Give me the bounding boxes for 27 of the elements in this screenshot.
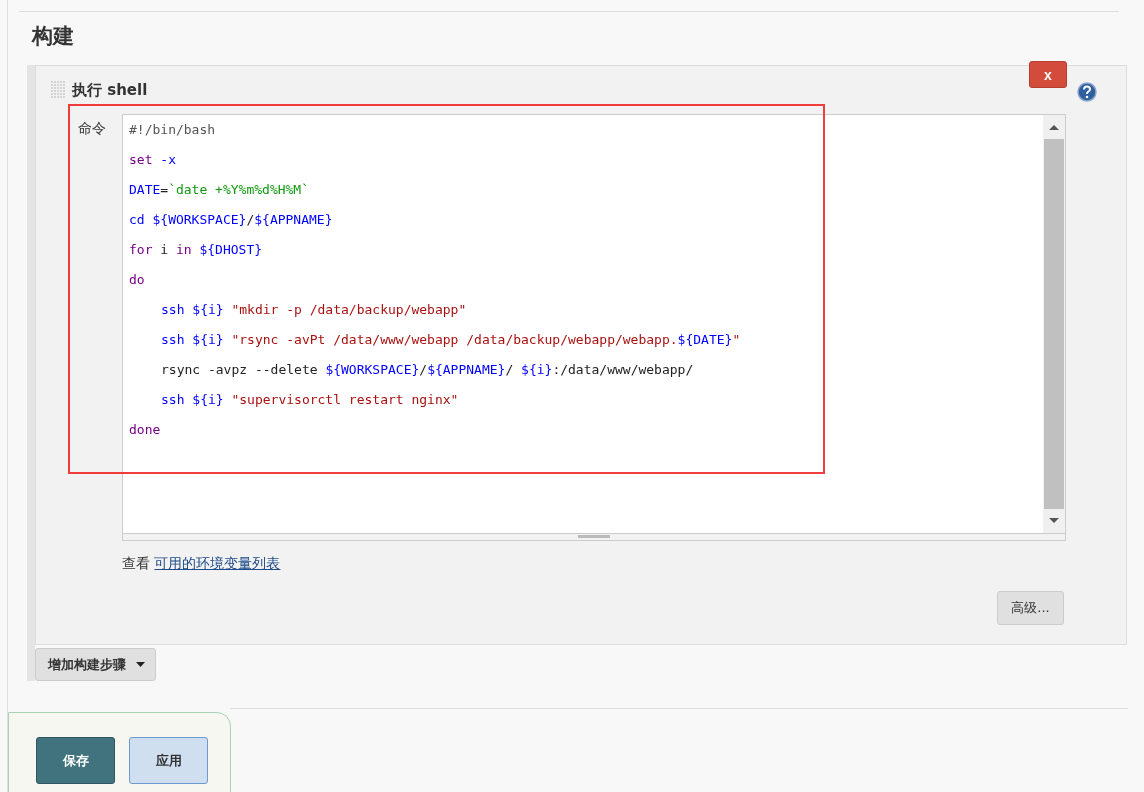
drag-handle-icon[interactable] xyxy=(50,80,66,100)
code-line: ssh ${i} "mkdir -p /data/backup/webapp" xyxy=(160,301,468,319)
code-line: DATE=`date +%Y%m%d%H%M` xyxy=(128,181,311,199)
code-line: do xyxy=(128,271,146,289)
scrollbar[interactable] xyxy=(1043,115,1065,533)
code-line: rsync -avpz --delete ${WORKSPACE}/${APPNAME}/ ${i}:/data/www/webapp/ xyxy=(160,361,695,379)
advanced-button[interactable]: 高级... xyxy=(997,591,1064,625)
field-label: 命令 xyxy=(77,119,107,138)
apply-button[interactable]: 应用 xyxy=(129,737,208,784)
scroll-up-icon[interactable] xyxy=(1048,123,1060,131)
help-icon[interactable] xyxy=(1077,82,1097,102)
code-line: done xyxy=(128,421,162,439)
code-line: ssh ${i} "rsync -avPt /data/www/webapp /data/backup/webapp/webapp.${DATE}" xyxy=(160,331,742,349)
code-line: ssh ${i} "supervisorctl restart nginx" xyxy=(160,391,460,409)
hint-text: 查看 xyxy=(122,555,150,571)
caret-icon xyxy=(136,662,145,667)
step-title: 执行 shell xyxy=(72,80,148,100)
save-button[interactable]: 保存 xyxy=(36,737,115,784)
env-vars-link[interactable]: 可用的环境变量列表 xyxy=(154,555,281,571)
code-line: cd ${WORKSPACE}/${APPNAME} xyxy=(128,211,334,229)
code-line: for i in ${DHOST} xyxy=(128,241,264,259)
scroll-down-icon[interactable] xyxy=(1048,517,1060,525)
delete-button[interactable]: x xyxy=(1029,61,1067,88)
add-step-button[interactable]: 增加构建步骤 xyxy=(35,648,156,681)
code-line: #!/bin/bash xyxy=(128,121,217,139)
section-title: 构建 xyxy=(32,23,75,50)
code-line: set -x xyxy=(128,151,177,169)
